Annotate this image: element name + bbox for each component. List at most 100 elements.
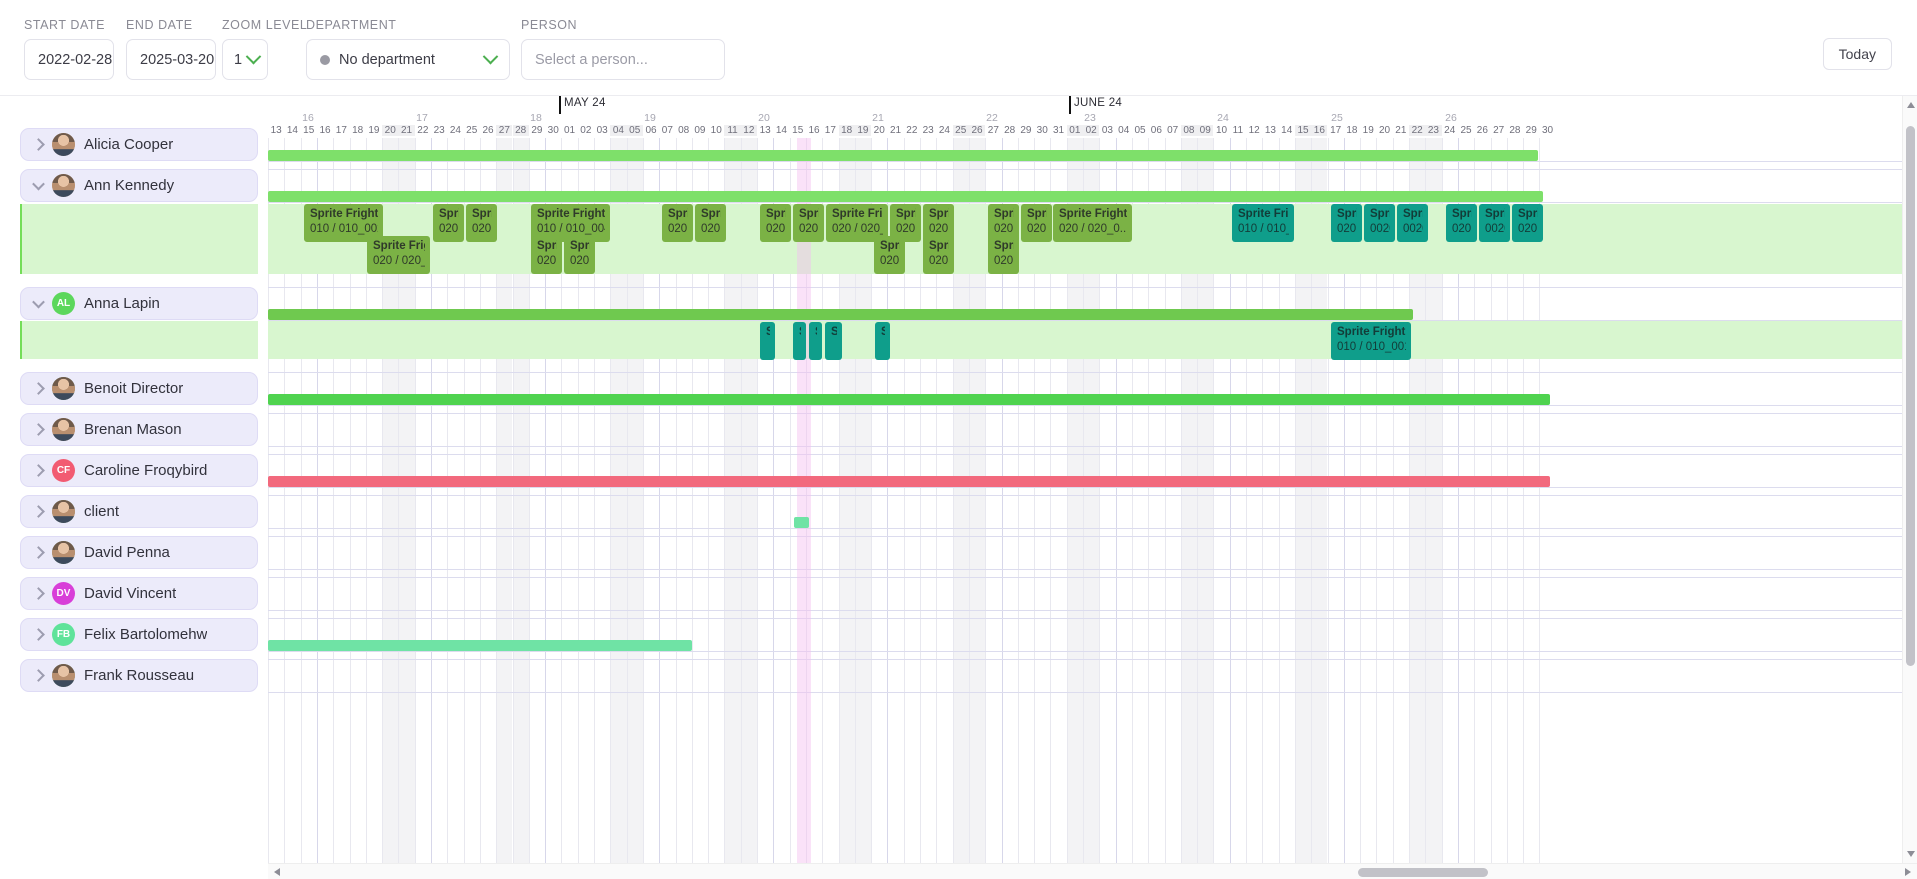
- scroll-right-icon[interactable]: [1905, 868, 1911, 876]
- summary-bar[interactable]: [268, 309, 1413, 320]
- task-bar[interactable]: S: [760, 322, 775, 360]
- task-bar[interactable]: Spri... 020 ...: [466, 204, 497, 242]
- resource-row-frank-rousseau[interactable]: Frank Rousseau: [20, 659, 258, 692]
- task-subtitle: 010 / 010_0040 ...: [537, 223, 605, 235]
- resource-row-david-penna[interactable]: David Penna: [20, 536, 258, 569]
- resource-name: Benoit Director: [84, 380, 184, 397]
- task-bar[interactable]: Spri... 020 ...: [874, 236, 905, 274]
- person-input[interactable]: Select a person...: [521, 39, 725, 80]
- task-subtitle: 0020: [1370, 223, 1390, 235]
- chevron-right-icon[interactable]: [32, 423, 45, 436]
- chevron-down-icon[interactable]: [32, 177, 45, 191]
- task-bar[interactable]: Sprite Fright 010 / 010_0...: [1232, 204, 1294, 242]
- day-header-cell: 07: [1167, 125, 1179, 136]
- day-header-cell: 08: [1180, 125, 1198, 136]
- task-bar[interactable]: Spri... 020 ...: [662, 204, 693, 242]
- end-date-input[interactable]: 2025-03-20: [126, 39, 216, 80]
- summary-bar[interactable]: [268, 476, 1550, 487]
- task-bar[interactable]: Sprite Fright 020 / 020_0...: [367, 236, 430, 274]
- resource-row-caroline-froqybird[interactable]: CF Caroline Froqybird: [20, 454, 258, 487]
- chevron-right-icon[interactable]: [32, 505, 45, 518]
- task-bar[interactable]: Spri... 020 ...: [1446, 204, 1477, 242]
- task-bar[interactable]: S: [875, 322, 890, 360]
- summary-bar[interactable]: [794, 517, 809, 528]
- task-subtitle: 020 ...: [1452, 223, 1472, 235]
- task-bar[interactable]: S: [793, 322, 806, 360]
- task-title: Spri...: [1518, 208, 1538, 220]
- day-header-cell: 15: [1294, 125, 1312, 136]
- row-separator: [268, 610, 1917, 611]
- task-bar[interactable]: Spri... 020 ...: [988, 236, 1019, 274]
- chevron-right-icon[interactable]: [32, 628, 45, 641]
- task-subtitle: 020...: [1337, 223, 1357, 235]
- task-bar[interactable]: Sprite Fright 020 / 020_0...: [1053, 204, 1132, 242]
- resource-row-anna-lapin[interactable]: AL Anna Lapin: [20, 287, 258, 320]
- task-subtitle: 020 ...: [570, 255, 590, 267]
- zoom-level-select[interactable]: 1: [222, 39, 268, 80]
- task-bar[interactable]: S: [825, 322, 842, 360]
- day-header-cell: 24: [938, 125, 950, 136]
- chevron-right-icon[interactable]: [32, 464, 45, 477]
- day-header-cell: 28: [1004, 125, 1016, 136]
- month-label: JUNE 24: [1074, 97, 1123, 109]
- avatar: AL: [52, 292, 75, 315]
- department-select[interactable]: No department: [306, 39, 510, 80]
- day-header-cell: 29: [1020, 125, 1032, 136]
- resource-row-alicia-cooper[interactable]: Alicia Cooper: [20, 128, 258, 161]
- week-number-label: 16: [302, 112, 314, 124]
- summary-bar[interactable]: [268, 150, 1538, 161]
- avatar: [52, 500, 75, 523]
- task-subtitle: 020 ...: [799, 223, 819, 235]
- day-header-cell: 22: [1409, 125, 1426, 136]
- task-subtitle: 020 / 020_0...: [1059, 223, 1127, 235]
- scroll-left-icon[interactable]: [274, 868, 280, 876]
- task-bar[interactable]: Spri... 020 ...: [433, 204, 464, 242]
- summary-bar[interactable]: [268, 640, 692, 651]
- resource-row-ann-kennedy[interactable]: Ann Kennedy: [20, 169, 258, 202]
- resource-row-david-vincent[interactable]: DV David Vincent: [20, 577, 258, 610]
- vertical-scroll-thumb[interactable]: [1906, 126, 1915, 666]
- task-bar[interactable]: Spri... 020 ...: [1512, 204, 1543, 242]
- avatar: [52, 174, 75, 197]
- start-date-input[interactable]: 2022-02-28: [24, 39, 114, 80]
- chevron-down-icon[interactable]: [32, 295, 45, 309]
- day-header-cell: 17: [1330, 125, 1342, 136]
- task-bar[interactable]: Spri... 0020: [1364, 204, 1395, 242]
- chevron-right-icon[interactable]: [32, 138, 45, 151]
- row-separator: [268, 454, 1917, 455]
- resource-row-client[interactable]: client: [20, 495, 258, 528]
- task-bar[interactable]: Spri... 020 ...: [923, 236, 954, 274]
- task-bar[interactable]: Sprite Fright 010 / 010_0010: [1331, 322, 1411, 360]
- vertical-scrollbar[interactable]: [1902, 96, 1917, 863]
- timeline-pane[interactable]: 13 14 15 16 17 18 19 20 21 22 23 24 25 26 27 28 29 30 01 02…: [268, 96, 1917, 879]
- task-bar[interactable]: Spri... 020 ...: [564, 236, 595, 274]
- chevron-right-icon[interactable]: [32, 546, 45, 559]
- day-header-cell: 19: [1362, 125, 1374, 136]
- task-bar[interactable]: Spri... 020...: [1331, 204, 1362, 242]
- task-bar[interactable]: Spri... 0020: [1479, 204, 1510, 242]
- summary-bar[interactable]: [268, 394, 1550, 405]
- day-header-cell: 23: [433, 125, 445, 136]
- chevron-right-icon[interactable]: [32, 382, 45, 395]
- task-bar[interactable]: S: [809, 322, 822, 360]
- scroll-up-icon[interactable]: [1907, 102, 1915, 108]
- task-bar[interactable]: Spri... 0020: [1397, 204, 1428, 242]
- chevron-right-icon[interactable]: [32, 587, 45, 600]
- task-bar[interactable]: Spri... 020 ...: [695, 204, 726, 242]
- scroll-down-icon[interactable]: [1907, 851, 1915, 857]
- task-bar[interactable]: Spri... 020 ...: [1021, 204, 1052, 242]
- task-bar[interactable]: Spri... 020 ...: [760, 204, 791, 242]
- resource-row-brenan-mason[interactable]: Brenan Mason: [20, 413, 258, 446]
- task-bar[interactable]: Spri... 020 ...: [531, 236, 562, 274]
- horizontal-scrollbar[interactable]: [268, 863, 1917, 879]
- resource-row-felix-bartolomehw[interactable]: FB Felix Bartolomehw: [20, 618, 258, 651]
- summary-bar[interactable]: [268, 191, 1543, 202]
- today-button[interactable]: Today: [1822, 38, 1892, 70]
- task-bar[interactable]: Spri... 020 ...: [793, 204, 824, 242]
- task-title: Spri...: [570, 240, 590, 252]
- horizontal-scroll-thumb[interactable]: [1358, 868, 1488, 877]
- task-title: Spri...: [439, 208, 459, 220]
- day-header-cell: 21: [398, 125, 415, 136]
- resource-row-benoit-director[interactable]: Benoit Director: [20, 372, 258, 405]
- chevron-right-icon[interactable]: [32, 669, 45, 682]
